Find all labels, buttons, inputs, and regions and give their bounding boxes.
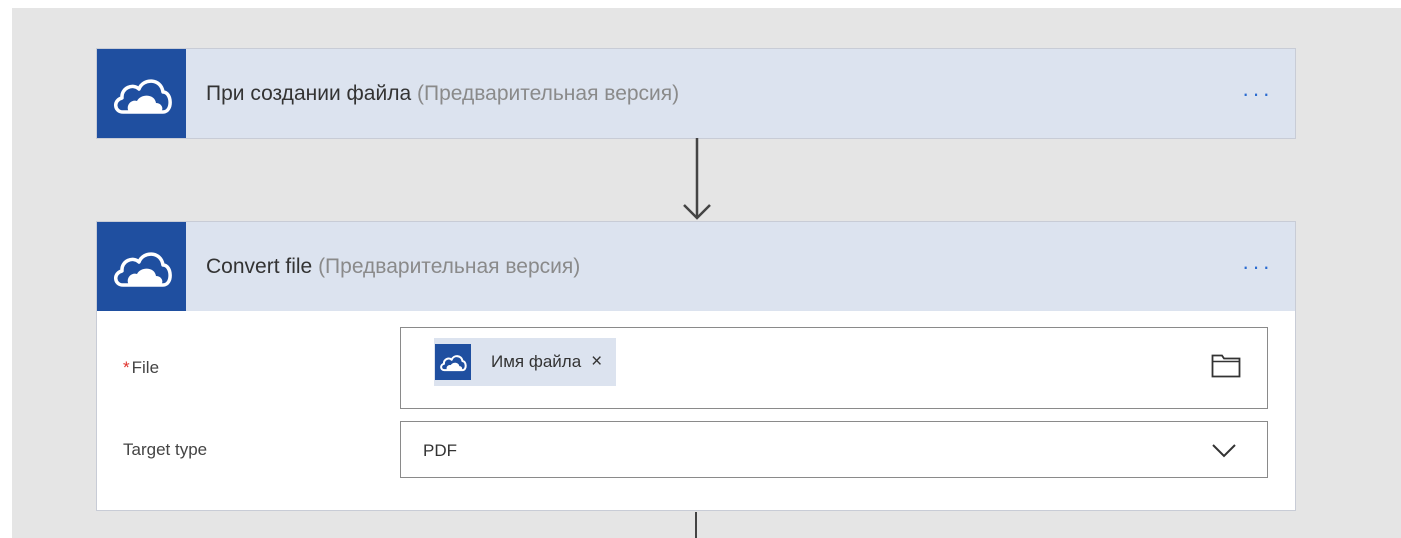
chevron-down-icon[interactable] — [1211, 440, 1237, 460]
trigger-card-header[interactable]: При создании файла (Предварительная верс… — [97, 49, 1295, 138]
convert-file-card[interactable]: Convert file (Предварительная версия) ··… — [96, 221, 1296, 511]
trigger-title: При создании файла (Предварительная верс… — [206, 49, 679, 138]
token-label: Имя файла — [491, 352, 582, 371]
file-field-label: * File — [123, 358, 159, 378]
convert-file-preview-label: (Предварительная версия) — [318, 255, 581, 278]
target-type-label: Target type — [123, 440, 208, 459]
target-type-value: PDF — [423, 441, 457, 460]
onedrive-cloud-icon — [97, 222, 186, 311]
file-field-row: * File Имя файла × — [97, 327, 1295, 409]
file-label-text: File — [131, 358, 160, 377]
token-remove-button[interactable]: × — [591, 351, 602, 373]
folder-icon[interactable] — [1211, 352, 1241, 378]
convert-file-title-text: Convert file — [206, 255, 313, 278]
arrow-down-icon — [683, 138, 711, 220]
file-name-token[interactable]: Имя файла × — [434, 338, 617, 386]
connector-line — [695, 512, 697, 538]
target-type-field-row: Target type PDF — [97, 421, 1295, 478]
trigger-card[interactable]: При создании файла (Предварительная верс… — [96, 48, 1296, 139]
convert-file-card-header[interactable]: Convert file (Предварительная версия) ··… — [97, 222, 1295, 311]
onedrive-cloud-icon — [435, 344, 471, 380]
trigger-title-text: При создании файла — [206, 82, 412, 105]
trigger-preview-label: (Предварительная версия) — [416, 82, 680, 105]
convert-file-title: Convert file (Предварительная версия) — [206, 222, 580, 311]
target-type-select[interactable]: PDF — [400, 421, 1268, 478]
trigger-more-button[interactable]: ··· — [1242, 49, 1273, 138]
file-input[interactable]: Имя файла × — [400, 327, 1268, 409]
convert-file-more-button[interactable]: ··· — [1242, 222, 1273, 311]
required-mark: * — [123, 358, 130, 377]
onedrive-cloud-icon — [97, 49, 186, 138]
